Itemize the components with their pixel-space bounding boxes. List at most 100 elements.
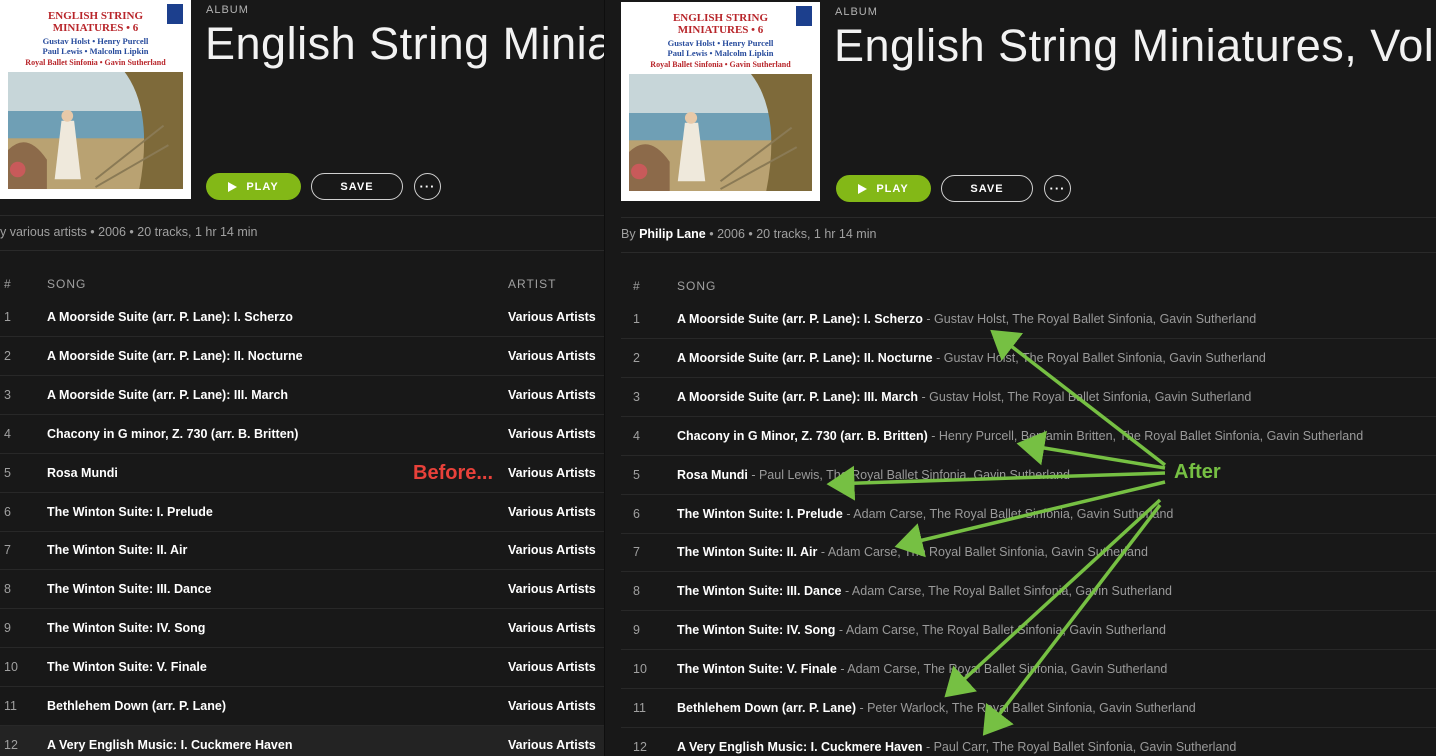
track-title[interactable]: A Moorside Suite (arr. P. Lane): I. Sche…: [47, 310, 293, 324]
save-button[interactable]: SAVE: [941, 175, 1033, 202]
track-row[interactable]: 5 Rosa Mundi - Paul Lewis, The Royal Ball…: [621, 456, 1436, 495]
album-artist-link[interactable]: Philip Lane: [639, 227, 706, 241]
separator: -: [747, 467, 759, 482]
track-number: 8: [4, 582, 11, 597]
track-row[interactable]: 11 Bethlehem Down (arr. P. Lane) - Peter …: [621, 689, 1436, 728]
track-number: 1: [4, 310, 11, 324]
track-row[interactable]: 7 The Winton Suite: II. Air - Adam Carse,…: [621, 533, 1436, 573]
track-row[interactable]: 8 The Winton Suite: III. Dance Various Art…: [0, 570, 604, 610]
cover-composers: Gustav Holst • Henry Purcell Paul Lewis …: [667, 38, 774, 58]
track-row[interactable]: 4 Chacony in G minor, Z. 730 (arr. B. Bri…: [0, 415, 604, 454]
cover-title: ENGLISH STRING MINIATURES • 6: [47, 10, 144, 34]
album-kicker: ALBUM: [835, 6, 878, 18]
track-title-with-artists[interactable]: The Winton Suite: IV. Song - Adam Carse,…: [677, 623, 1166, 637]
track-row[interactable]: 8 The Winton Suite: III. Dance - Adam Car…: [621, 572, 1436, 612]
separator: -: [932, 350, 944, 365]
track-title-with-artists[interactable]: A Moorside Suite (arr. P. Lane): I. Sche…: [677, 312, 1256, 326]
track-row[interactable]: 5 Rosa Mundi Various Artists: [0, 454, 604, 493]
track-title[interactable]: The Winton Suite: V. Finale: [47, 660, 207, 674]
track-artist[interactable]: Various Artists: [508, 582, 596, 596]
track-artist[interactable]: Various Artists: [508, 466, 596, 480]
track-title-with-artists[interactable]: Bethlehem Down (arr. P. Lane) - Peter Wa…: [677, 701, 1196, 715]
track-title-with-artists[interactable]: A Very English Music: I. Cuckmere Haven …: [677, 740, 1236, 754]
track-artist[interactable]: Various Artists: [508, 660, 596, 674]
track-title[interactable]: The Winton Suite: I. Prelude: [47, 505, 213, 519]
divider: [621, 252, 1436, 253]
track-artists[interactable]: Adam Carse, The Royal Ballet Sinfonia, G…: [852, 584, 1172, 598]
track-title[interactable]: The Winton Suite: IV. Song: [47, 621, 205, 635]
track-row[interactable]: 11 Bethlehem Down (arr. P. Lane) Various A…: [0, 687, 604, 726]
track-artists[interactable]: Paul Carr, The Royal Ballet Sinfonia, Ga…: [934, 740, 1237, 754]
track-title-with-artists[interactable]: The Winton Suite: II. Air - Adam Carse, …: [677, 545, 1148, 559]
track-row[interactable]: 6 The Winton Suite: I. Prelude Various Art…: [0, 493, 604, 532]
track-title: Bethlehem Down (arr. P. Lane): [677, 701, 856, 715]
column-song-header[interactable]: SONG: [677, 279, 716, 293]
track-artist[interactable]: Various Artists: [508, 699, 596, 713]
play-button[interactable]: PLAY: [836, 175, 931, 202]
track-row[interactable]: 10 The Winton Suite: V. Finale - Adam Car…: [621, 650, 1436, 690]
track-artists[interactable]: Gustav Holst, The Royal Ballet Sinfonia,…: [929, 390, 1251, 404]
save-button[interactable]: SAVE: [311, 173, 403, 200]
track-title[interactable]: A Very English Music: I. Cuckmere Haven: [47, 738, 292, 752]
track-title[interactable]: A Moorside Suite (arr. P. Lane): III. Ma…: [47, 388, 288, 402]
track-artist[interactable]: Various Artists: [508, 543, 596, 557]
track-row[interactable]: 9 The Winton Suite: IV. Song Various Artis…: [0, 609, 604, 649]
track-title[interactable]: Chacony in G minor, Z. 730 (arr. B. Brit…: [47, 427, 298, 441]
track-title[interactable]: The Winton Suite: III. Dance: [47, 582, 211, 596]
track-artists[interactable]: Adam Carse, The Royal Ballet Sinfonia, G…: [853, 507, 1173, 521]
track-row[interactable]: 4 Chacony in G Minor, Z. 730 (arr. B. Bri…: [621, 417, 1436, 456]
track-row[interactable]: 3 A Moorside Suite (arr. P. Lane): III. M…: [0, 376, 604, 415]
track-artist[interactable]: Various Artists: [508, 427, 596, 441]
track-number: 2: [4, 348, 11, 363]
track-artist[interactable]: Various Artists: [508, 349, 596, 363]
track-row[interactable]: 2 A Moorside Suite (arr. P. Lane): II. No…: [621, 339, 1436, 378]
track-artist[interactable]: Various Artists: [508, 621, 596, 635]
track-title-with-artists[interactable]: Rosa Mundi - Paul Lewis, The Royal Balle…: [677, 468, 1070, 482]
track-title[interactable]: A Moorside Suite (arr. P. Lane): II. Noc…: [47, 349, 303, 363]
track-row[interactable]: 7 The Winton Suite: II. Air Various Artist…: [0, 531, 604, 571]
track-row[interactable]: 1 A Moorside Suite (arr. P. Lane): I. Sch…: [621, 300, 1436, 339]
track-number: 12: [633, 739, 647, 754]
track-title[interactable]: Rosa Mundi: [47, 466, 118, 480]
track-title-with-artists[interactable]: A Moorside Suite (arr. P. Lane): II. Noc…: [677, 351, 1266, 365]
track-artist[interactable]: Various Artists: [508, 738, 596, 752]
track-row[interactable]: 2 A Moorside Suite (arr. P. Lane): II. No…: [0, 337, 604, 376]
track-artist[interactable]: Various Artists: [508, 388, 596, 402]
track-title[interactable]: The Winton Suite: II. Air: [47, 543, 187, 557]
column-song-header[interactable]: SONG: [47, 277, 86, 291]
track-artists[interactable]: Gustav Holst, The Royal Ballet Sinfonia,…: [944, 351, 1266, 365]
cover-orchestra: Royal Ballet Sinfonia • Gavin Sutherland: [25, 58, 166, 67]
track-title-with-artists[interactable]: The Winton Suite: I. Prelude - Adam Cars…: [677, 507, 1173, 521]
track-title-with-artists[interactable]: The Winton Suite: III. Dance - Adam Cars…: [677, 584, 1172, 598]
track-row[interactable]: 10 The Winton Suite: V. Finale Various Art…: [0, 648, 604, 688]
play-button[interactable]: PLAY: [206, 173, 301, 200]
track-number: 9: [4, 621, 11, 636]
track-artists[interactable]: Henry Purcell, Benjamin Britten, The Roy…: [939, 429, 1363, 443]
column-artist-header[interactable]: ARTIST: [508, 277, 556, 291]
track-artists[interactable]: Peter Warlock, The Royal Ballet Sinfonia…: [867, 701, 1196, 715]
separator: -: [835, 623, 846, 638]
track-row[interactable]: 6 The Winton Suite: I. Prelude - Adam Car…: [621, 495, 1436, 534]
before-panel: ENGLISH STRING MINIATURES • 6 Gustav Hol…: [0, 0, 604, 756]
track-artists[interactable]: Gustav Holst, The Royal Ballet Sinfonia,…: [934, 312, 1256, 326]
track-row[interactable]: 3 A Moorside Suite (arr. P. Lane): III. M…: [621, 378, 1436, 417]
track-artist[interactable]: Various Artists: [508, 505, 596, 519]
track-artists[interactable]: Paul Lewis, The Royal Ballet Sinfonia, G…: [759, 468, 1070, 482]
track-row[interactable]: 12 A Very English Music: I. Cuckmere Have…: [0, 725, 604, 756]
track-row[interactable]: 12 A Very English Music: I. Cuckmere Have…: [621, 728, 1436, 756]
track-title[interactable]: Bethlehem Down (arr. P. Lane): [47, 699, 226, 713]
track-artist[interactable]: Various Artists: [508, 310, 596, 324]
more-options-button[interactable]: ···: [1044, 175, 1071, 202]
track-row[interactable]: 1 A Moorside Suite (arr. P. Lane): I. Sch…: [0, 298, 604, 337]
track-artists[interactable]: Adam Carse, The Royal Ballet Sinfonia, G…: [846, 623, 1166, 637]
separator: -: [918, 389, 930, 404]
play-icon: [228, 181, 238, 192]
track-title-with-artists[interactable]: Chacony in G Minor, Z. 730 (arr. B. Brit…: [677, 429, 1363, 443]
track-artists[interactable]: Adam Carse, The Royal Ballet Sinfonia, G…: [828, 545, 1148, 559]
track-title-with-artists[interactable]: A Moorside Suite (arr. P. Lane): III. Ma…: [677, 390, 1251, 404]
track-artists[interactable]: Adam Carse, The Royal Ballet Sinfonia, G…: [847, 662, 1167, 676]
track-row[interactable]: 9 The Winton Suite: IV. Song - Adam Carse…: [621, 611, 1436, 651]
separator: -: [817, 545, 828, 560]
more-options-button[interactable]: ···: [414, 173, 441, 200]
track-title-with-artists[interactable]: The Winton Suite: V. Finale - Adam Carse…: [677, 662, 1167, 676]
